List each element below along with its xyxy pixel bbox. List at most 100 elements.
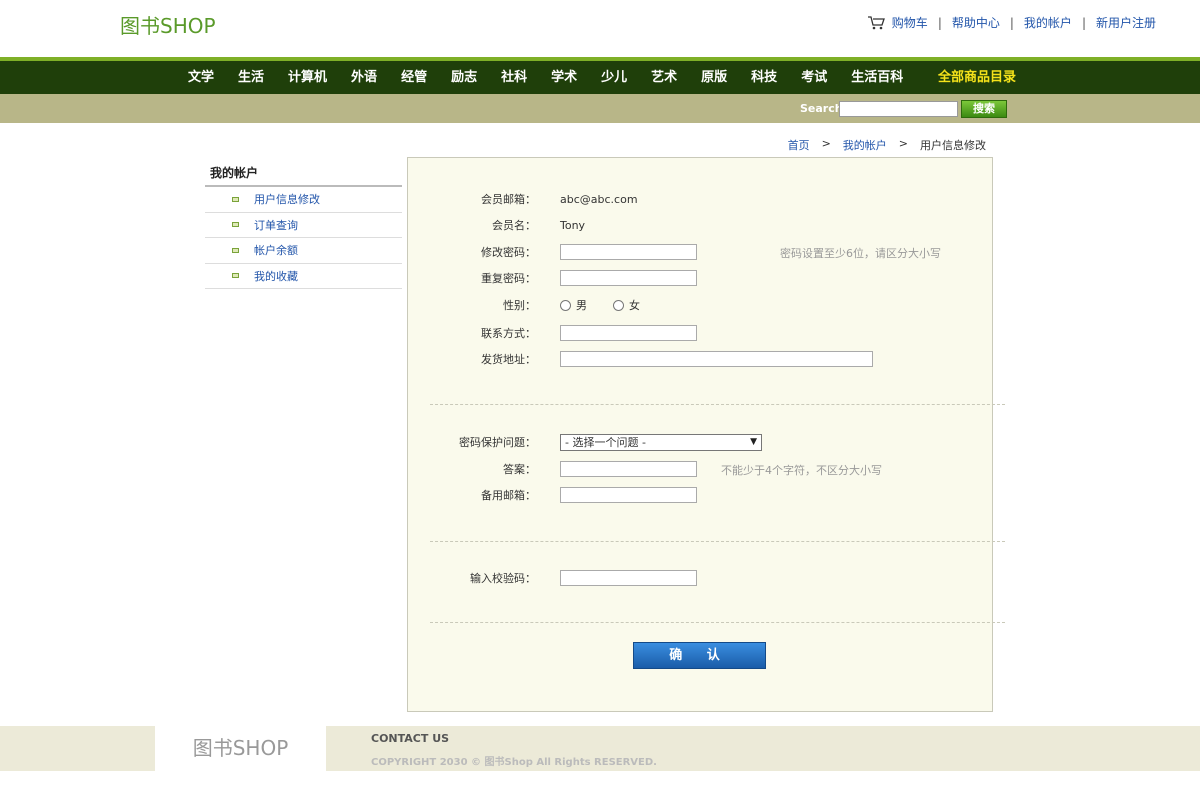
separator: | bbox=[1081, 15, 1086, 30]
sidebar-item-label[interactable]: 帐户余额 bbox=[254, 242, 298, 258]
repeat-password-label: 重复密码： bbox=[481, 272, 536, 285]
section-divider bbox=[430, 622, 1005, 623]
register-link[interactable]: 新用户注册 bbox=[1096, 14, 1156, 31]
footer-logo: 图书SHOP bbox=[155, 726, 326, 771]
captcha-label: 输入校验码： bbox=[470, 572, 536, 585]
breadcrumb-home[interactable]: 首页 bbox=[788, 137, 810, 153]
bullet-icon bbox=[232, 273, 239, 279]
repeat-password-row: 重复密码： bbox=[408, 268, 697, 288]
gender-male-radio[interactable]: 男 bbox=[560, 297, 587, 313]
nav-items: 文学 生活 计算机 外语 经管 励志 社科 学术 少儿 艺术 原版 科技 考试 … bbox=[176, 61, 915, 94]
answer-label: 答案： bbox=[503, 463, 536, 476]
chevron-down-icon[interactable]: ▼ bbox=[750, 437, 757, 447]
section-divider bbox=[430, 541, 1005, 542]
breadcrumb-separator: > bbox=[821, 137, 831, 150]
account-link[interactable]: 我的帐户 bbox=[1024, 14, 1072, 31]
search-button[interactable]: 搜索 bbox=[961, 100, 1007, 118]
bullet-icon bbox=[232, 222, 239, 228]
password-label: 修改密码： bbox=[481, 246, 536, 259]
password-row: 修改密码： bbox=[408, 242, 697, 262]
search-input[interactable] bbox=[839, 101, 958, 117]
nav-item[interactable]: 励志 bbox=[439, 61, 489, 94]
nav-item[interactable]: 少儿 bbox=[589, 61, 639, 94]
captcha-row: 输入校验码： bbox=[408, 568, 697, 588]
email-row: 会员邮箱： abc@abc.com bbox=[408, 189, 638, 209]
gender-male-label: 男 bbox=[576, 299, 587, 312]
gender-row: 性别： 男 女 bbox=[408, 295, 640, 315]
cart-link[interactable]: 购物车 bbox=[892, 14, 928, 31]
sidebar-item-favorites[interactable]: 我的收藏 bbox=[205, 264, 402, 289]
breadcrumb-current: 用户信息修改 bbox=[920, 139, 986, 152]
breadcrumb-account[interactable]: 我的帐户 bbox=[843, 137, 887, 153]
sidebar-item-orders[interactable]: 订单查询 bbox=[205, 213, 402, 238]
contact-row: 联系方式： bbox=[408, 323, 697, 343]
bullet-icon bbox=[232, 247, 239, 253]
nav-item[interactable]: 经管 bbox=[389, 61, 439, 94]
nav-item[interactable]: 科技 bbox=[739, 61, 789, 94]
nav-item[interactable]: 考试 bbox=[789, 61, 839, 94]
answer-hint: 不能少于4个字符，不区分大小写 bbox=[721, 464, 882, 477]
answer-row: 答案： bbox=[408, 459, 697, 479]
email-label: 会员邮箱： bbox=[481, 193, 536, 206]
confirm-button[interactable]: 确 认 bbox=[633, 642, 766, 669]
nav-item[interactable]: 生活百科 bbox=[839, 61, 915, 94]
nav-item[interactable]: 生活 bbox=[226, 61, 276, 94]
site-logo[interactable]: 图书SHOP bbox=[120, 10, 216, 39]
separator: | bbox=[937, 15, 942, 30]
bullet-icon bbox=[232, 196, 239, 202]
gender-label: 性别： bbox=[503, 299, 536, 312]
top-header: 图书SHOP 购物车 | 帮助中心 | 我的帐户 | 新用户注册 bbox=[0, 0, 1200, 57]
section-divider bbox=[430, 404, 1005, 405]
nav-item[interactable]: 计算机 bbox=[276, 61, 339, 94]
nav-item[interactable]: 艺术 bbox=[639, 61, 689, 94]
radio-circle-icon[interactable] bbox=[560, 299, 571, 311]
gender-female-radio[interactable]: 女 bbox=[613, 297, 640, 313]
radio-circle-icon[interactable] bbox=[613, 299, 624, 311]
captcha-input[interactable] bbox=[560, 570, 697, 586]
sidebar-item-label[interactable]: 用户信息修改 bbox=[254, 191, 320, 207]
sidebar-title: 我的帐户 bbox=[205, 158, 402, 187]
address-input[interactable] bbox=[560, 351, 873, 367]
password-hint: 密码设置至少6位，请区分大小写 bbox=[780, 247, 941, 260]
nav-item[interactable]: 社科 bbox=[489, 61, 539, 94]
repeat-password-input[interactable] bbox=[560, 270, 697, 286]
category-nav: 文学 生活 计算机 外语 经管 励志 社科 学术 少儿 艺术 原版 科技 考试 … bbox=[0, 57, 1200, 94]
top-links: 购物车 | 帮助中心 | 我的帐户 | 新用户注册 bbox=[867, 14, 1156, 31]
cart-icon[interactable] bbox=[867, 15, 886, 30]
account-sidebar: 我的帐户 用户信息修改 订单查询 帐户余额 我的收藏 bbox=[205, 158, 402, 289]
help-link[interactable]: 帮助中心 bbox=[952, 14, 1000, 31]
sidebar-item-balance[interactable]: 帐户余额 bbox=[205, 238, 402, 264]
footer-contact[interactable]: CONTACT US bbox=[371, 732, 449, 745]
backup-email-input[interactable] bbox=[560, 487, 697, 503]
security-question-select[interactable]: - 选择一个问题 - ▼ bbox=[560, 433, 762, 451]
username-label: 会员名： bbox=[492, 219, 536, 232]
answer-input[interactable] bbox=[560, 461, 697, 477]
username-row: 会员名： Tony bbox=[408, 215, 585, 235]
nav-item[interactable]: 文学 bbox=[176, 61, 226, 94]
security-question-label: 密码保护问题： bbox=[459, 436, 536, 449]
sidebar-item-profile[interactable]: 用户信息修改 bbox=[205, 187, 402, 213]
address-row: 发货地址： bbox=[408, 349, 873, 369]
security-question-row: 密码保护问题： - 选择一个问题 - ▼ bbox=[408, 432, 762, 452]
search-label: Search bbox=[800, 102, 843, 115]
all-catalog-link[interactable]: 全部商品目录 bbox=[938, 61, 1016, 94]
sidebar-item-label[interactable]: 订单查询 bbox=[254, 217, 298, 233]
gender-female-label: 女 bbox=[629, 299, 640, 312]
password-input[interactable] bbox=[560, 244, 697, 260]
nav-item[interactable]: 原版 bbox=[689, 61, 739, 94]
profile-form-panel: 会员邮箱： abc@abc.com 会员名： Tony 修改密码： 密码设置至少… bbox=[407, 157, 1005, 712]
backup-email-row: 备用邮箱： bbox=[408, 485, 697, 505]
email-value: abc@abc.com bbox=[560, 192, 638, 206]
sidebar-item-label[interactable]: 我的收藏 bbox=[254, 268, 298, 284]
address-label: 发货地址： bbox=[481, 353, 536, 366]
breadcrumb: 首页 > 我的帐户 > 用户信息修改 bbox=[788, 137, 986, 153]
footer-copyright: COPYRIGHT 2030 © 图书Shop All Rights RESER… bbox=[371, 757, 657, 768]
separator: | bbox=[1009, 15, 1014, 30]
nav-item[interactable]: 外语 bbox=[339, 61, 389, 94]
footer: 图书SHOP CONTACT US COPYRIGHT 2030 © 图书Sho… bbox=[0, 726, 1200, 771]
contact-input[interactable] bbox=[560, 325, 697, 341]
security-question-value: - 选择一个问题 - bbox=[565, 436, 646, 449]
nav-item[interactable]: 学术 bbox=[539, 61, 589, 94]
contact-label: 联系方式： bbox=[481, 327, 536, 340]
breadcrumb-separator: > bbox=[898, 137, 908, 150]
